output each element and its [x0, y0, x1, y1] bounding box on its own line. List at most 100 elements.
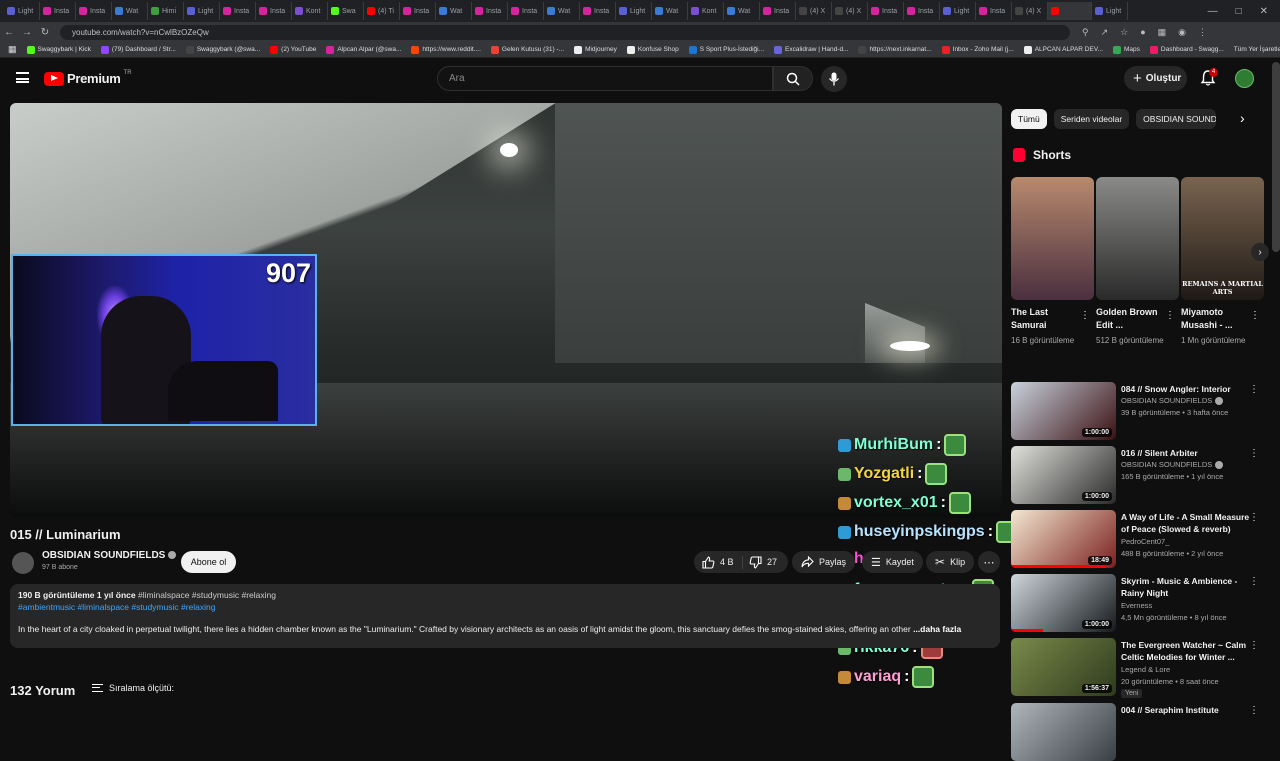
- profile-icon[interactable]: ◉: [1178, 27, 1186, 38]
- browser-tab[interactable]: (4) Ti: [364, 2, 400, 20]
- short-card[interactable]: The Last Samurai 16 B görüntüleme ⋮: [1011, 177, 1094, 347]
- show-more-link[interactable]: ...daha fazla: [913, 624, 961, 634]
- browser-tab[interactable]: Light: [616, 2, 652, 20]
- recommended-thumbnail[interactable]: 18:49: [1011, 510, 1116, 568]
- recommended-channel-name[interactable]: Legend & Lore: [1121, 665, 1170, 674]
- short-card[interactable]: REMAINS A MARTIAL ARTS Miyamoto Musashi -…: [1181, 177, 1264, 347]
- bookmark-item[interactable]: (79) Dashboard / Str...: [100, 45, 176, 54]
- browser-tab[interactable]: Wat: [544, 2, 580, 20]
- chip-series[interactable]: Seriden videolar: [1053, 109, 1130, 129]
- browser-tab[interactable]: Wat: [652, 2, 688, 20]
- browser-tab[interactable]: Light: [940, 2, 976, 20]
- recommended-video[interactable]: 1:00:00 016 // Silent Arbiter OBSIDIAN SOU…: [1011, 446, 1271, 504]
- bookmark-item[interactable]: Gelen Kutusu (31) -...: [490, 45, 564, 54]
- browser-tab[interactable]: Wat: [112, 2, 148, 20]
- bookmark-item[interactable]: (2) YouTube: [270, 45, 316, 54]
- browser-tab[interactable]: Insta: [40, 2, 76, 20]
- recommended-title[interactable]: 016 // Silent Arbiter: [1121, 447, 1251, 459]
- recommended-video[interactable]: 1:00:00 084 // Snow Angler: Interior OBSID…: [1011, 382, 1271, 440]
- browser-tab[interactable]: Insta: [76, 2, 112, 20]
- browser-tab[interactable]: Light: [1092, 2, 1128, 20]
- recommended-channel-name[interactable]: OBSIDIAN SOUNDFIELDS: [1121, 460, 1212, 469]
- browser-tab[interactable]: Light: [184, 2, 220, 20]
- recommended-video[interactable]: 004 // Seraphim Institute ⋮: [1011, 703, 1271, 761]
- short-menu-icon[interactable]: ⋮: [1250, 310, 1260, 321]
- video-menu-icon[interactable]: ⋮: [1249, 705, 1259, 716]
- create-button[interactable]: + Oluştur: [1124, 66, 1187, 91]
- recommended-video[interactable]: 1:00:00 Skyrim - Music & Ambience - Rainy…: [1011, 574, 1271, 632]
- bookmark-item[interactable]: Swaggybark | Kick: [26, 45, 91, 54]
- description-tags[interactable]: #liminalspace #studymusic #relaxing: [138, 590, 276, 600]
- browser-tab[interactable]: (4) X: [1012, 2, 1048, 20]
- recommended-title[interactable]: Skyrim - Music & Ambience - Rainy Night: [1121, 575, 1251, 599]
- video-menu-icon[interactable]: ⋮: [1249, 448, 1259, 459]
- dislike-button[interactable]: 27: [743, 555, 777, 569]
- bookmark-item[interactable]: Dashboard - Swagg...: [1149, 45, 1224, 54]
- recommended-title[interactable]: 004 // Seraphim Institute: [1121, 704, 1251, 716]
- browser-tab[interactable]: Kont: [292, 2, 328, 20]
- short-menu-icon[interactable]: ⋮: [1080, 310, 1090, 321]
- browser-tab[interactable]: Insta: [400, 2, 436, 20]
- browser-tab[interactable]: Insta: [220, 2, 256, 20]
- recommended-channel[interactable]: PedroCent07_: [1121, 537, 1169, 546]
- recommended-thumbnail[interactable]: 1:56:37: [1011, 638, 1116, 696]
- chip-all[interactable]: Tümü: [1011, 109, 1047, 129]
- browser-tab[interactable]: Insta: [760, 2, 796, 20]
- browser-tab[interactable]: Wat: [436, 2, 472, 20]
- forward-icon[interactable]: →: [18, 27, 36, 38]
- recommended-channel-name[interactable]: PedroCent07_: [1121, 537, 1169, 546]
- recommended-thumbnail[interactable]: 1:00:00: [1011, 382, 1116, 440]
- zoom-icon[interactable]: ⚲: [1082, 27, 1089, 38]
- recommended-channel[interactable]: OBSIDIAN SOUNDFIELDS: [1121, 460, 1224, 470]
- description-hashtags[interactable]: #ambientmusic #liminalspace #studymusic …: [18, 602, 992, 612]
- browser-tab[interactable]: Swa: [328, 2, 364, 20]
- recommended-video[interactable]: 1:56:37 The Evergreen Watcher ~ Calm Celt…: [1011, 638, 1271, 698]
- bookmark-item[interactable]: S Sport Plus-İstediği...: [688, 45, 764, 54]
- short-card[interactable]: Golden Brown Edit ... 512 B görüntüleme ⋮: [1096, 177, 1179, 347]
- browser-tab[interactable]: (4) X: [832, 2, 868, 20]
- all-bookmarks-button[interactable]: Tüm Yer İşaretleri: [1234, 46, 1280, 53]
- recommended-channel[interactable]: Everness: [1121, 601, 1152, 610]
- recommended-thumbnail[interactable]: 1:00:00: [1011, 574, 1116, 632]
- hamburger-menu-icon[interactable]: [16, 72, 29, 83]
- recommended-channel-name[interactable]: OBSIDIAN SOUNDFIELDS: [1121, 396, 1212, 405]
- recommended-title[interactable]: The Evergreen Watcher ~ Calm Celtic Melo…: [1121, 639, 1251, 663]
- save-button[interactable]: ☰ Kaydet: [862, 551, 923, 573]
- maximize-icon[interactable]: □: [1236, 6, 1242, 17]
- account-avatar[interactable]: [1235, 69, 1254, 88]
- bookmark-item[interactable]: Inbox - Zoho Mail (j...: [941, 45, 1014, 54]
- recommended-channel[interactable]: OBSIDIAN SOUNDFIELDS: [1121, 396, 1224, 406]
- bookmark-item[interactable]: https://www.reddit....: [411, 45, 481, 54]
- shorts-next-button[interactable]: ›: [1251, 243, 1269, 261]
- browser-tab[interactable]: Insta: [580, 2, 616, 20]
- bookmark-item[interactable]: Alpcan Alpar (@swa...: [326, 45, 401, 54]
- clip-button[interactable]: ✂ Klip: [926, 551, 975, 573]
- recommended-title[interactable]: 084 // Snow Angler: Interior: [1121, 383, 1251, 395]
- channel-name-row[interactable]: OBSIDIAN SOUNDFIELDS: [42, 550, 177, 561]
- recommended-thumbnail[interactable]: 1:00:00: [1011, 446, 1116, 504]
- short-thumbnail[interactable]: REMAINS A MARTIAL ARTS: [1181, 177, 1264, 300]
- voice-search-button[interactable]: [821, 66, 847, 92]
- reload-icon[interactable]: ↻: [36, 27, 54, 38]
- short-thumbnail[interactable]: [1096, 177, 1179, 300]
- chip-channel[interactable]: OBSIDIAN SOUNDFIELDS: [1136, 109, 1217, 129]
- browser-tab[interactable]: [1048, 2, 1092, 20]
- browser-tab[interactable]: Kont: [688, 2, 724, 20]
- browser-tab[interactable]: Insta: [472, 2, 508, 20]
- video-menu-icon[interactable]: ⋮: [1249, 512, 1259, 523]
- browser-tab[interactable]: Insta: [256, 2, 292, 20]
- recommended-title[interactable]: A Way of Life - A Small Measure of Peace…: [1121, 511, 1251, 535]
- share-page-icon[interactable]: ↗: [1101, 27, 1109, 38]
- bookmark-item[interactable]: https://next.inkarnat...: [858, 45, 932, 54]
- bookmark-star-icon[interactable]: ☆: [1120, 27, 1128, 38]
- search-button[interactable]: [773, 66, 813, 91]
- channel-name[interactable]: OBSIDIAN SOUNDFIELDS: [42, 550, 165, 561]
- short-menu-icon[interactable]: ⋮: [1165, 310, 1175, 321]
- extension-icon[interactable]: ●: [1140, 27, 1145, 38]
- browser-tab[interactable]: (4) X: [796, 2, 832, 20]
- browser-tab[interactable]: Insta: [976, 2, 1012, 20]
- short-thumbnail[interactable]: [1011, 177, 1094, 300]
- sort-comments-button[interactable]: Sıralama ölçütü:: [92, 683, 174, 693]
- recommended-video[interactable]: 18:49 A Way of Life - A Small Measure of …: [1011, 510, 1271, 568]
- extensions-puzzle-icon[interactable]: ▦: [1158, 27, 1167, 38]
